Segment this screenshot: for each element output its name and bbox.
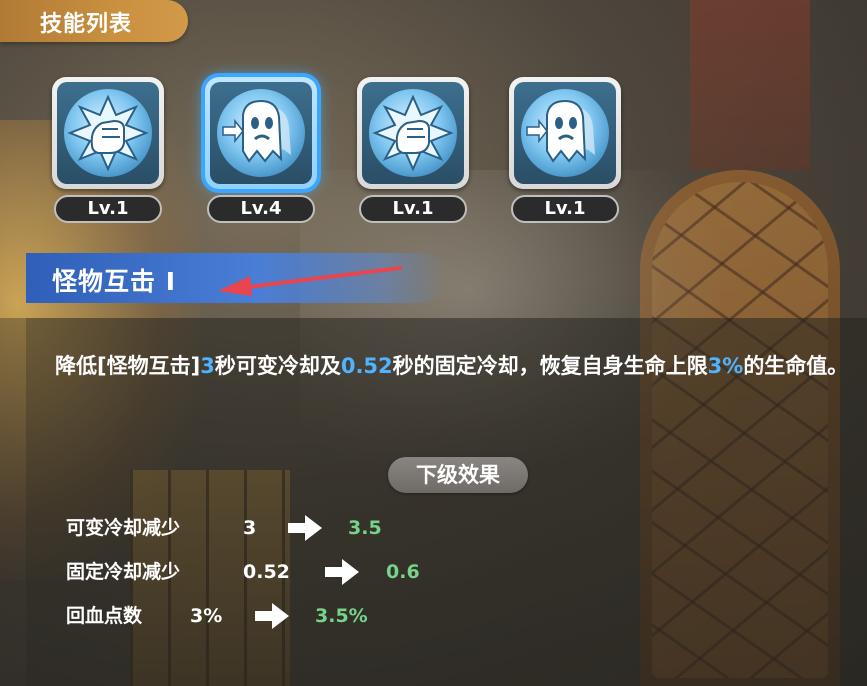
fist-burst-icon	[64, 89, 152, 177]
page-title: 技能列表	[40, 12, 133, 37]
next-level-effect-label: 下级效果	[388, 457, 528, 493]
effect-current-value: 3%	[190, 605, 223, 627]
background-pillar	[690, 0, 810, 170]
skill-frame-selected	[205, 77, 317, 189]
skill-frame	[52, 77, 164, 189]
effect-next-value: 0.6	[386, 561, 420, 583]
skill-slot-3[interactable]: Lv.1	[357, 77, 469, 223]
skill-name: 怪物互击 I	[52, 267, 177, 296]
skill-level-badge: Lv.1	[511, 195, 619, 223]
arrow-right-icon	[288, 515, 322, 541]
fist-burst-icon	[369, 89, 457, 177]
description-text: 的生命值。	[743, 354, 849, 378]
effect-label: 固定冷却减少	[66, 561, 181, 583]
description-value: 0.52	[340, 354, 393, 378]
skill-level-badge: Lv.1	[359, 195, 467, 223]
effect-current-value: 3	[243, 517, 257, 539]
arrow-right-icon	[325, 559, 359, 585]
skill-slot-1[interactable]: Lv.1	[52, 77, 164, 223]
skill-description: 降低[怪物互击]3秒可变冷却及0.52秒的固定冷却，恢复自身生命上限3%的生命值…	[55, 346, 855, 386]
effect-label: 回血点数	[66, 605, 143, 627]
description-text: 秒可变冷却及	[214, 354, 341, 378]
ghost-dash-icon	[217, 89, 305, 177]
description-value: 3%	[707, 354, 744, 378]
skill-frame	[509, 77, 621, 189]
effect-label: 可变冷却减少	[66, 517, 181, 539]
arrow-right-icon	[255, 603, 289, 629]
annotation-arrow-icon	[218, 266, 402, 296]
skill-slot-2[interactable]: Lv.4	[205, 77, 317, 223]
ghost-dash-icon	[521, 89, 609, 177]
effect-next-value: 3.5	[348, 517, 382, 539]
effect-next-value: 3.5%	[315, 605, 368, 627]
description-value: 3	[200, 354, 215, 378]
skill-slot-4[interactable]: Lv.1	[509, 77, 621, 223]
effect-current-value: 0.52	[243, 561, 290, 583]
skill-level-badge: Lv.4	[207, 195, 315, 223]
description-text: 秒的固定冷却，恢复自身生命上限	[392, 354, 708, 378]
skill-level-badge: Lv.1	[54, 195, 162, 223]
skill-frame	[357, 77, 469, 189]
description-text: 降低[怪物互击]	[55, 354, 201, 378]
